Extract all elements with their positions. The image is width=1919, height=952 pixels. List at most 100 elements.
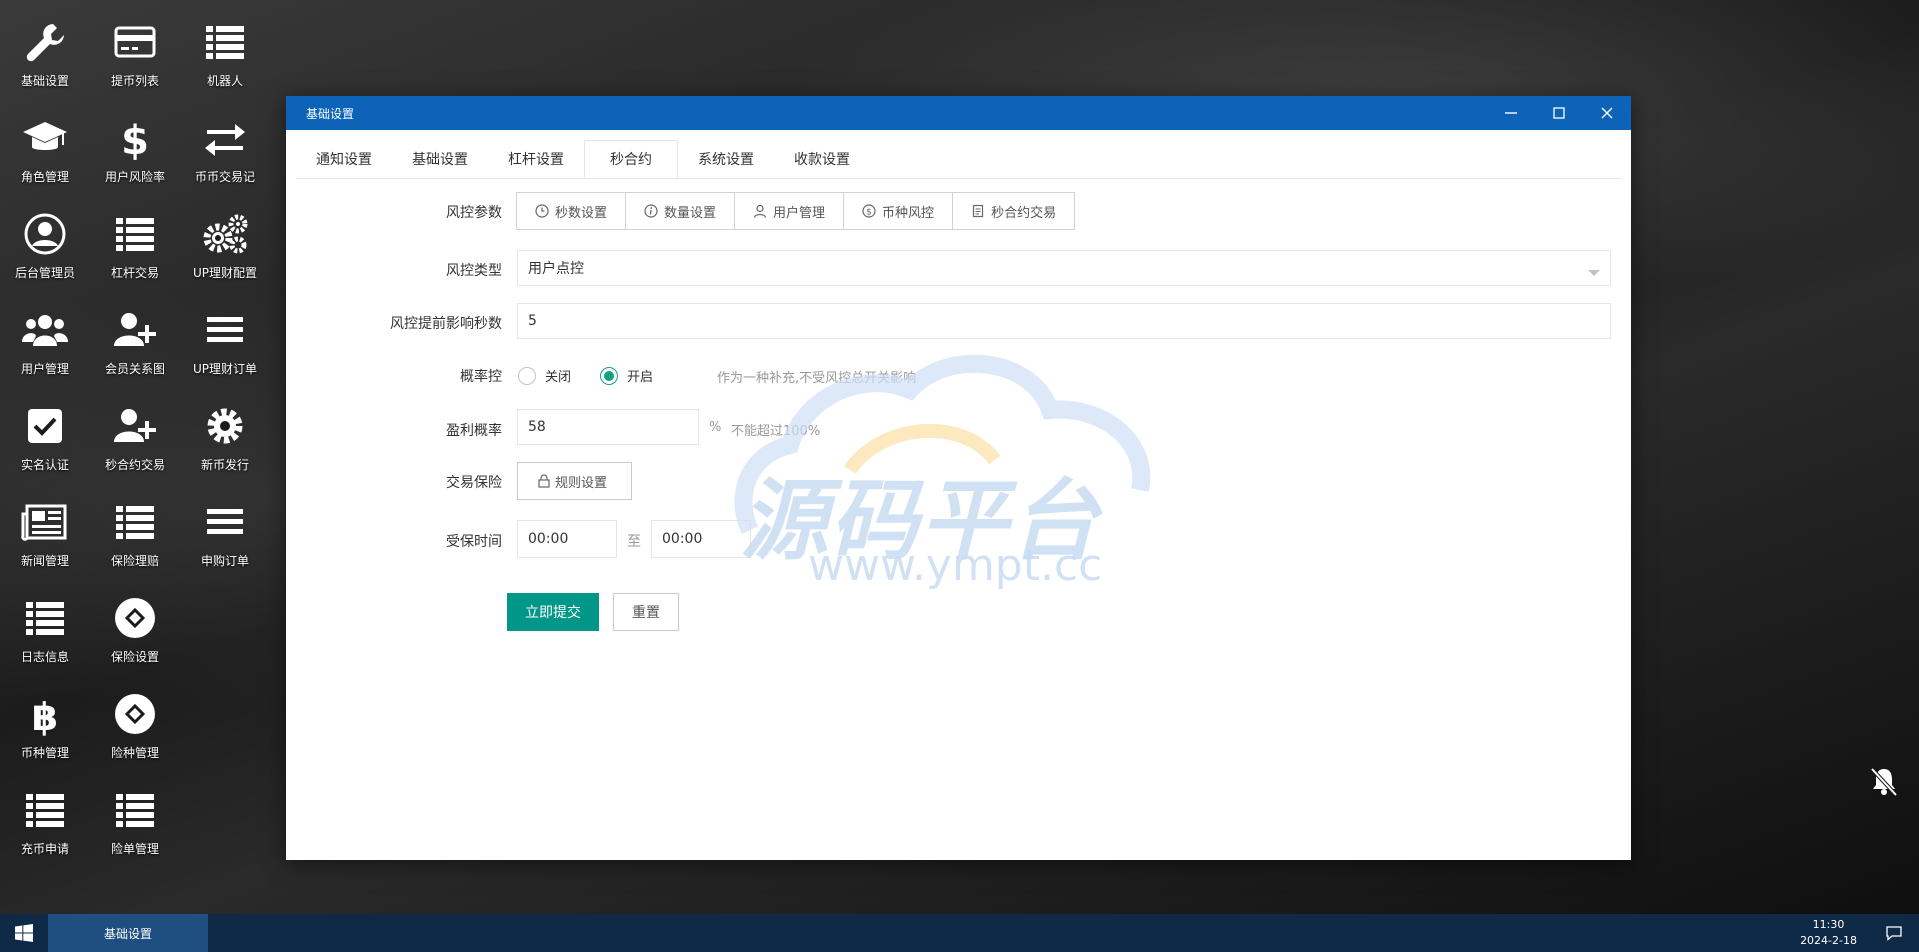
taskbar-window-item[interactable]: 基础设置 (48, 914, 208, 952)
desktop-icon-1[interactable]: 基础设置 (0, 0, 90, 92)
info-icon (644, 204, 658, 218)
taskbar: 基础设置 11:30 2024-2-18 (0, 914, 1919, 952)
reset-button[interactable]: 重置 (613, 593, 679, 631)
tab-payment[interactable]: 收款设置 (774, 140, 870, 178)
desktop-icon-3[interactable]: 机器人 (180, 0, 270, 92)
user-management-label: 用户管理 (773, 205, 826, 221)
desktop-icon-23[interactable]: 充币申请 (0, 768, 90, 860)
coin-risk-button[interactable]: $ 币种风控 (844, 193, 954, 229)
tab-system[interactable]: 系统设置 (678, 140, 774, 178)
profit-rate-value: 58 (528, 419, 546, 435)
gear-icon (201, 402, 249, 450)
profit-rate-input[interactable]: 58 (517, 409, 699, 445)
desktop-icon-label: UP理财配置 (192, 266, 258, 280)
rule-settings-button[interactable]: 规则设置 (517, 462, 632, 500)
profit-rate-tip: 不能超过100% (731, 424, 821, 439)
newspaper-icon (21, 498, 69, 546)
window-title: 基础设置 (306, 106, 355, 121)
desktop-icon-9[interactable]: UP理财配置 (180, 192, 270, 284)
advance-seconds-input[interactable]: 5 (517, 303, 1611, 339)
tab-basic[interactable]: 基础设置 (392, 140, 488, 178)
close-button[interactable] (1583, 96, 1631, 130)
desktop-icon-label: 秒合约交易 (104, 458, 165, 472)
windows-icon (15, 924, 33, 942)
risk-params-label: 风控参数 (446, 205, 502, 221)
desktop-icon-12[interactable]: UP理财订单 (180, 288, 270, 380)
protect-end-value: 00:00 (662, 531, 703, 547)
seconds-settings-button[interactable]: 秒数设置 (517, 193, 627, 229)
radio-circle (518, 366, 536, 385)
coin-risk-label: 币种风控 (882, 205, 935, 221)
desktop-icon-17[interactable]: 保险理赔 (90, 480, 180, 572)
desktop-icon-label: UP理财订单 (192, 362, 258, 376)
submit-button[interactable]: 立即提交 (507, 593, 599, 631)
user-plus-icon (111, 306, 159, 354)
desktop-icon-18[interactable]: 申购订单 (180, 480, 270, 572)
list-icon (21, 594, 69, 642)
desktop-icon-13[interactable]: 实名认证 (0, 384, 90, 476)
start-button[interactable] (0, 914, 48, 952)
desktop-icon-5[interactable]: $ 用户风险率 (90, 96, 180, 188)
desktop-icon-label: 用户管理 (20, 362, 69, 376)
desktop-icon-8[interactable]: 杠杆交易 (90, 192, 180, 284)
desktop-icon-label: 新闻管理 (20, 554, 69, 568)
desktop-icon-11[interactable]: 会员关系图 (90, 288, 180, 380)
protect-end-input[interactable]: 00:00 (651, 520, 751, 558)
bars-icon (201, 306, 249, 354)
desktop-icon-4[interactable]: 角色管理 (0, 96, 90, 188)
desktop-icon-16[interactable]: 新闻管理 (0, 480, 90, 572)
quantity-settings-button[interactable]: 数量设置 (626, 193, 736, 229)
desktop-icon-24[interactable]: 险单管理 (90, 768, 180, 860)
profit-rate-unit: % (709, 420, 722, 435)
tab-notification[interactable]: 通知设置 (296, 140, 392, 178)
notification-center-button[interactable] (1885, 924, 1903, 946)
prob-control-tip: 作为一种补充,不受风控总开关影响 (717, 371, 917, 386)
protect-start-input[interactable]: 00:00 (517, 520, 617, 558)
desktop-icon-19[interactable]: 日志信息 (0, 576, 90, 668)
desktop-icon-6[interactable]: 币币交易记 (180, 96, 270, 188)
clock-icon (535, 204, 549, 218)
second-contract-trade-button[interactable]: 秒合约交易 (953, 193, 1074, 229)
tab-bar: 通知设置 基础设置 杠杆设置 秒合约 系统设置 收款设置 (296, 140, 1621, 179)
advance-seconds-value: 5 (528, 313, 537, 329)
system-clock[interactable]: 11:30 2024-2-18 (1800, 917, 1857, 949)
bell-muted-icon[interactable] (1868, 765, 1900, 801)
clock-date: 2024-2-18 (1800, 934, 1857, 947)
prob-control-label: 概率控 (460, 369, 502, 385)
minimize-button[interactable] (1487, 96, 1535, 130)
desktop-icon-10[interactable]: 用户管理 (0, 288, 90, 380)
desktop-icon-20[interactable]: 保险设置 (90, 576, 180, 668)
list-icon (21, 786, 69, 834)
minimize-icon (1505, 112, 1517, 114)
desktop-icon-21[interactable]: ฿ 币种管理 (0, 672, 90, 764)
tab-second-contract[interactable]: 秒合约 (584, 140, 678, 178)
user-management-button[interactable]: 用户管理 (735, 193, 845, 229)
second-contract-trade-label: 秒合约交易 (991, 205, 1057, 221)
chat-bubble-icon (1886, 926, 1902, 941)
window-titlebar[interactable]: 基础设置 (286, 96, 1631, 130)
document-icon (971, 204, 985, 218)
risk-type-label: 风控类型 (446, 263, 502, 279)
tab-leverage[interactable]: 杠杆设置 (488, 140, 584, 178)
risk-type-select[interactable]: 用户点控 (517, 250, 1611, 286)
desktop-icon-label: 险单管理 (110, 842, 159, 856)
prob-control-on-radio[interactable]: 开启 (600, 366, 653, 385)
desktop-icon-7[interactable]: 后台管理员 (0, 192, 90, 284)
exchange-icon (201, 114, 249, 162)
insurance-label: 交易保险 (446, 475, 502, 491)
protect-start-value: 00:00 (528, 531, 569, 547)
desktop-icon-14[interactable]: 秒合约交易 (90, 384, 180, 476)
desktop-icon-2[interactable]: 提币列表 (90, 0, 180, 92)
risk-params-button-group: 秒数设置 数量设置 用户管理 $ 币种风控 秒合约交易 (516, 192, 1076, 230)
link-circle-icon (111, 690, 159, 738)
list-icon (111, 498, 159, 546)
maximize-button[interactable] (1535, 96, 1583, 130)
profit-rate-label: 盈利概率 (446, 423, 502, 439)
desktop-icon-22[interactable]: 险种管理 (90, 672, 180, 764)
desktop-icon-15[interactable]: 新币发行 (180, 384, 270, 476)
desktop-icon-label: 角色管理 (20, 170, 69, 184)
credit-card-icon (111, 18, 159, 66)
desktop-icon-label: 会员关系图 (104, 362, 165, 376)
prob-control-off-radio[interactable]: 关闭 (518, 366, 571, 385)
graduation-cap-icon (21, 114, 69, 162)
